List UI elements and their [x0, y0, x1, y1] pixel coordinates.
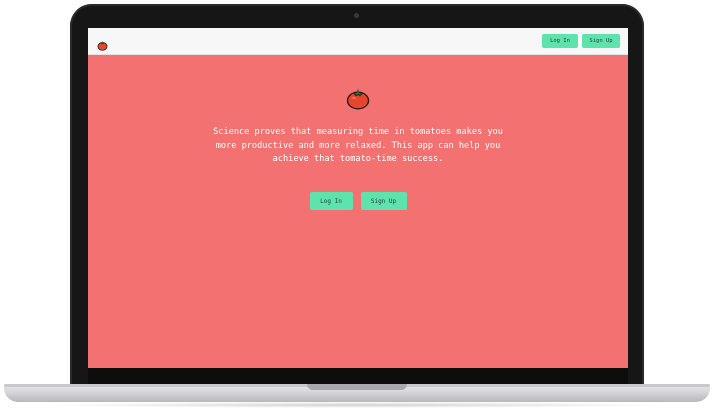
navbar-actions: Log In Sign Up	[542, 34, 620, 48]
app-screen: Log In Sign Up Science proves that measu…	[88, 28, 628, 368]
hero-actions: Log In Sign Up	[88, 192, 628, 210]
laptop-notch	[307, 384, 407, 390]
nav-signup-button[interactable]: Sign Up	[582, 34, 620, 48]
hero-signup-button[interactable]: Sign Up	[360, 192, 407, 210]
hero-login-button[interactable]: Log In	[309, 192, 353, 210]
hero-tagline: Science proves that measuring time in to…	[213, 127, 503, 164]
screen-bezel-bottom	[88, 368, 628, 384]
tomato-icon	[346, 88, 370, 110]
navbar: Log In Sign Up	[88, 28, 628, 55]
tomato-icon[interactable]	[97, 36, 108, 51]
nav-login-button[interactable]: Log In	[542, 34, 578, 48]
camera-dot	[354, 13, 359, 18]
laptop-shadow	[40, 402, 674, 408]
laptop-mockup: Log In Sign Up Science proves that measu…	[0, 0, 714, 412]
